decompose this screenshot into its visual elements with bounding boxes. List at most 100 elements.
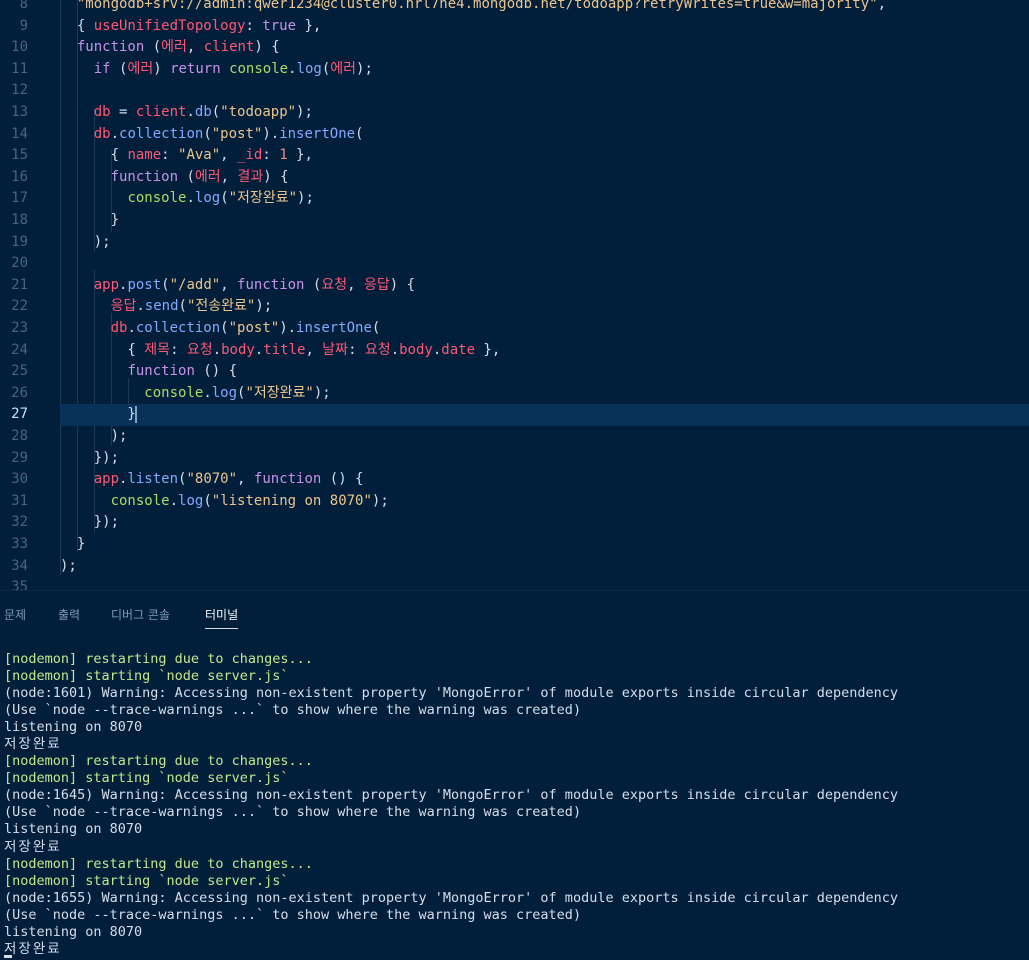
code-line[interactable]: 13 db = client.db("todoapp"); (0, 102, 1029, 124)
code-line[interactable]: 35 (0, 577, 1029, 590)
code-token: 날짜 (322, 341, 349, 358)
code-token: log (178, 492, 204, 509)
line-number: 13 (11, 104, 28, 120)
code-line[interactable]: 19 ); (0, 232, 1029, 254)
tab-terminal[interactable]: 터미널 (205, 606, 239, 629)
code-line[interactable]: 29 }); (0, 448, 1029, 470)
code-text: { useUnifiedTopology: true }, (60, 16, 321, 38)
code-token: console (144, 384, 204, 401)
code-token: ( (321, 60, 331, 77)
code-token: . (136, 298, 145, 315)
line-number: 23 (11, 320, 28, 336)
code-token: 제목 (144, 341, 171, 358)
code-text: 응답.send("전송완료"); (60, 296, 273, 318)
code-token: , (220, 147, 238, 164)
code-token: ( (161, 276, 170, 293)
code-token: body (399, 341, 433, 358)
code-token: : (262, 147, 280, 164)
code-token: db (194, 104, 212, 120)
terminal-output[interactable]: [nodemon] restarting due to changes... [n… (4, 651, 1024, 958)
terminal-line: [nodemon] starting `node server.js` (4, 770, 289, 787)
code-line[interactable]: 21 app.post("/add", function (요청, 응답) { (0, 275, 1029, 297)
code-line[interactable]: 34); (0, 556, 1029, 578)
code-line[interactable]: 14 db.collection("post").insertOne( (0, 124, 1029, 146)
code-line[interactable]: 12 (0, 80, 1029, 102)
code-line[interactable]: 30 app.listen("8070", function () { (0, 469, 1029, 491)
code-line[interactable]: 20 (0, 253, 1029, 275)
code-token: 1 (279, 147, 288, 164)
code-text: app.post("/add", function (요청, 응답) { (60, 275, 415, 297)
code-line[interactable]: 24 { 제목: 요청.body.title, 날짜: 요청.body.date… (0, 340, 1029, 362)
bottom-panel: 문제 출력 디버그 콘솔 터미널 [nodemon] restarting du… (0, 590, 1029, 960)
code-token: "8070" (186, 471, 238, 488)
code-line[interactable]: 22 응답.send("전송완료"); (0, 296, 1029, 318)
code-line[interactable]: 11 if (에러) return console.log(에러); (0, 59, 1029, 81)
terminal-line: (node:1645) Warning: Accessing non-exist… (4, 787, 899, 804)
line-number: 32 (11, 514, 28, 531)
code-token: console (127, 190, 187, 207)
code-token: client (203, 39, 255, 56)
code-token: }); (60, 449, 120, 466)
code-token: , (237, 471, 254, 488)
code-token: 요청 (364, 341, 391, 358)
code-token: { (60, 17, 94, 34)
terminal-line: (node:1655) Warning: Accessing non-exist… (4, 889, 899, 906)
line-number: 22 (11, 298, 28, 315)
code-line[interactable]: 27 } (11, 404, 1029, 426)
code-text: }); (60, 512, 119, 534)
code-text: console.log("저장완료"); (60, 188, 313, 210)
code-text: } (60, 404, 137, 426)
code-text: app.listen("8070", function () { (60, 469, 364, 491)
code-line[interactable]: 25 function () { (0, 361, 1029, 383)
code-line[interactable]: 32 }); (0, 512, 1029, 534)
code-token: ); (60, 428, 128, 444)
code-token: return (170, 60, 221, 77)
code-line[interactable]: 18 } (0, 210, 1029, 232)
code-token: ( (203, 492, 212, 509)
code-line[interactable]: 31 console.log("listening on 8070"); (0, 491, 1029, 513)
code-token: { (60, 147, 128, 164)
code-line[interactable]: 28 ); (0, 426, 1029, 448)
terminal-line: (Use `node --trace-warnings ...` to show… (4, 804, 582, 821)
line-number: 16 (11, 168, 28, 185)
code-token: , (877, 0, 887, 12)
code-token: function (253, 471, 322, 488)
code-line[interactable]: 26 console.log("저장완료"); (0, 383, 1029, 405)
code-token: () { (321, 471, 364, 488)
code-line[interactable]: 9 { useUnifiedTopology: true }, (0, 16, 1029, 38)
code-token: console (110, 492, 170, 509)
tab-debug-console[interactable]: 디버그 콘솔 (111, 606, 170, 623)
terminal-line: listening on 8070 (4, 719, 143, 736)
line-number: 12 (11, 82, 28, 99)
code-line[interactable]: 8 "mongodb+srv://admin:qwer1234@cluster0… (0, 0, 1029, 16)
tab-problems[interactable]: 문제 (4, 606, 26, 623)
terminal-line: [nodemon] restarting due to changes... (4, 651, 313, 667)
tab-output[interactable]: 출력 (58, 606, 80, 623)
terminal-line: (node:1601) Warning: Accessing non-exist… (4, 685, 899, 702)
code-text: } (60, 210, 119, 232)
code-token: insertOne (296, 320, 372, 336)
code-token: "저장완료" (245, 384, 314, 401)
code-line[interactable]: 17 console.log("저장완료"); (0, 188, 1029, 210)
terminal-line: [nodemon] restarting due to changes... (4, 753, 313, 770)
code-token: ( (220, 190, 229, 207)
code-line[interactable]: 23 db.collection("post").insertOne( (0, 318, 1029, 340)
code-line[interactable]: 10 function (에러, client) { (0, 37, 1029, 59)
code-token: app (93, 276, 120, 293)
code-text: db.collection("post").insertOne( (60, 124, 364, 146)
code-token: function (110, 168, 179, 185)
code-token: } (60, 212, 120, 228)
code-token: _id (237, 147, 263, 164)
code-token: useUnifiedTopology (93, 17, 246, 34)
line-number: 29 (11, 449, 28, 466)
code-token: title (263, 341, 306, 358)
code-editor[interactable]: 8 "mongodb+srv://admin:qwer1234@cluster0… (0, 0, 1029, 590)
code-token: ( (304, 276, 322, 293)
code-line[interactable]: 16 function (에러, 결과) { (0, 167, 1029, 189)
code-line[interactable]: 33 } (0, 534, 1029, 556)
code-token: . (186, 190, 195, 207)
code-line[interactable]: 15 { name: "Ava", _id: 1 }, (0, 145, 1029, 167)
